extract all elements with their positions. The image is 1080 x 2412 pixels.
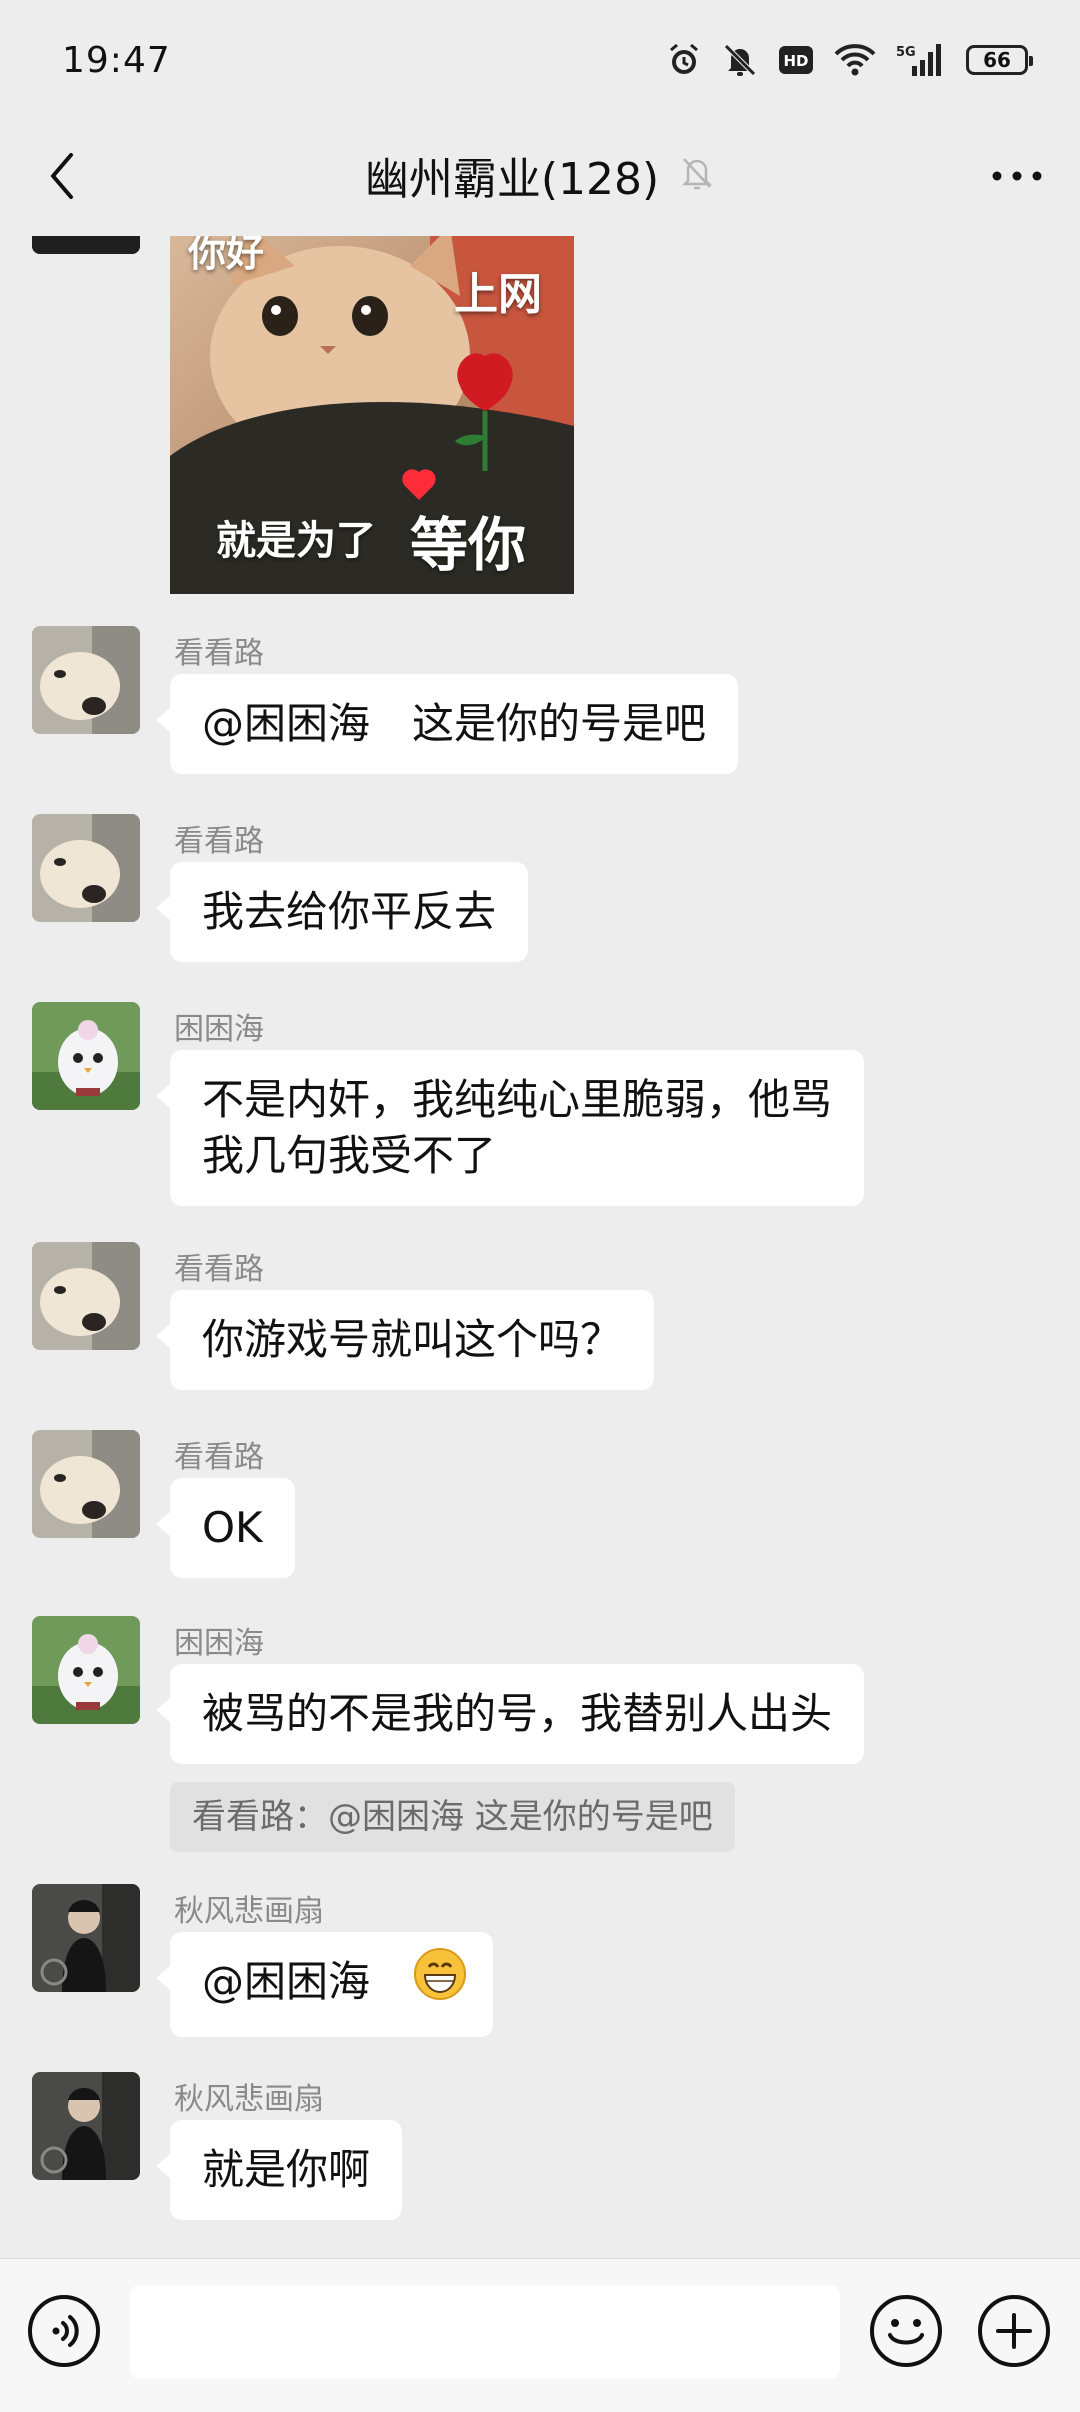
message-line: 我几句我受不了 bbox=[202, 1131, 497, 1180]
sender-name: 看看路 bbox=[174, 1252, 264, 1287]
plus-button[interactable] bbox=[976, 2293, 1052, 2369]
message-bubble[interactable]: 我去给你平反去 bbox=[155, 862, 529, 962]
voice-icon bbox=[28, 2295, 100, 2367]
sender-name: 看看路 bbox=[174, 1440, 264, 1475]
avatar[interactable] bbox=[32, 814, 140, 922]
battery-icon: 66 bbox=[966, 45, 1033, 75]
avatar[interactable] bbox=[32, 1430, 140, 1538]
status-time: 19:47 bbox=[62, 39, 171, 81]
message-bubble[interactable]: 不是内奸，我纯纯心里脆弱，他骂 我几句我受不了 bbox=[155, 1050, 865, 1206]
emoji-icon bbox=[870, 2295, 942, 2367]
sticker-text: 就是为了 bbox=[216, 518, 376, 564]
avatar[interactable] bbox=[32, 1616, 140, 1724]
more-button[interactable] bbox=[982, 146, 1052, 206]
signal-icon: 5G bbox=[896, 42, 946, 78]
message-bubble[interactable]: @困困海 bbox=[155, 1932, 494, 2037]
avatar[interactable] bbox=[32, 2072, 140, 2180]
avatar[interactable] bbox=[32, 626, 140, 734]
emoji-button[interactable] bbox=[868, 2293, 944, 2369]
avatar[interactable] bbox=[32, 1002, 140, 1110]
status-bar: 19:47 HD 5G 66 bbox=[0, 0, 1080, 120]
sticker-text: 你好 bbox=[188, 236, 265, 275]
hd-icon: HD bbox=[778, 44, 814, 76]
mute-icon bbox=[722, 42, 758, 78]
more-dots-icon bbox=[992, 171, 1042, 181]
sender-name: 秋风悲画扇 bbox=[174, 2082, 324, 2117]
input-bar bbox=[0, 2258, 1080, 2412]
bell-off-icon bbox=[679, 153, 715, 197]
message-text: @困困海 bbox=[202, 1957, 371, 2006]
message-bubble[interactable]: 你游戏号就叫这个吗？ bbox=[155, 1290, 655, 1390]
message-input[interactable] bbox=[130, 2285, 840, 2379]
sender-name: 秋风悲画扇 bbox=[174, 1894, 324, 1929]
avatar[interactable] bbox=[32, 1242, 140, 1350]
sticker-text: 等你 bbox=[410, 511, 527, 579]
status-icons: HD 5G 66 bbox=[666, 42, 1033, 78]
alarm-icon bbox=[666, 42, 702, 78]
sender-name: 困困海 bbox=[174, 1012, 264, 1047]
avatar[interactable] bbox=[32, 236, 140, 254]
sender-name: 困困海 bbox=[174, 1626, 264, 1661]
cat-sticker-image[interactable]: 你好 上网 就是为了 等你 bbox=[170, 236, 574, 594]
quoted-message[interactable]: 看看路：@困困海 这是你的号是吧 bbox=[170, 1782, 735, 1852]
title-wrap: 幽州霸业(128) bbox=[365, 143, 715, 207]
chat-area[interactable]: 你好 上网 就是为了 等你 看看路 @困困海 这是你的号是吧 看看路 我去给你平… bbox=[0, 236, 1080, 2258]
chat-title: 幽州霸业(128) bbox=[364, 154, 660, 205]
grinning-emoji-icon bbox=[413, 1947, 467, 2015]
message-line: 不是内奸，我纯纯心里脆弱，他骂 bbox=[202, 1075, 833, 1124]
avatar[interactable] bbox=[32, 1884, 140, 1992]
sender-name: 看看路 bbox=[174, 824, 264, 859]
wifi-icon bbox=[834, 43, 876, 77]
sticker-text: 上网 bbox=[454, 269, 542, 320]
voice-button[interactable] bbox=[26, 2293, 102, 2369]
message-bubble[interactable]: @困困海 这是你的号是吧 bbox=[155, 674, 739, 774]
message-bubble[interactable]: OK bbox=[156, 1478, 295, 1578]
chevron-left-icon bbox=[51, 153, 73, 199]
message-bubble[interactable]: 被骂的不是我的号，我替别人出头 bbox=[155, 1664, 865, 1764]
sender-name: 看看路 bbox=[174, 636, 264, 671]
plus-icon bbox=[978, 2295, 1050, 2367]
svg-text:HD: HD bbox=[783, 52, 808, 70]
chat-header: 幽州霸业(128) bbox=[0, 120, 1080, 230]
back-button[interactable] bbox=[32, 146, 92, 206]
svg-text:5G: 5G bbox=[896, 45, 916, 60]
message-bubble[interactable]: 就是你啊 bbox=[155, 2120, 403, 2220]
